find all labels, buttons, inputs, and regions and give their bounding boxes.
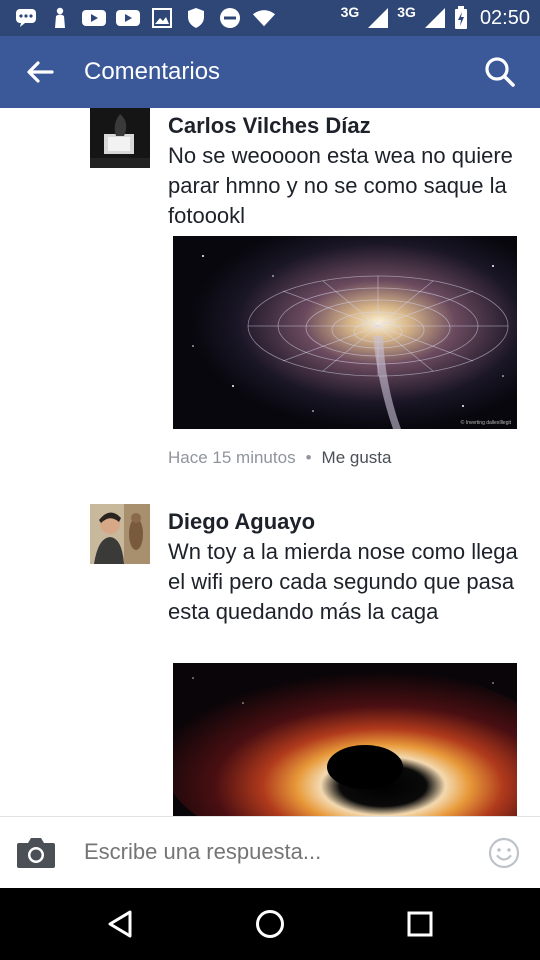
signal-icon (424, 8, 445, 28)
comment-author[interactable]: Diego Aguayo (168, 509, 315, 535)
arrow-left-icon (27, 61, 54, 83)
clock: 02:50 (479, 6, 530, 29)
comment-text: No se weoooon esta wea no quiere parar h… (168, 143, 513, 228)
galaxy-spiral-image: © Inverting dallexIllegit (173, 236, 517, 429)
photo-credit: © Inverting dallexIllegit (461, 419, 512, 426)
reply-input[interactable] (84, 839, 464, 865)
home-circle-icon (256, 910, 284, 938)
comment-text: Wn toy a la mierda nose como llega el wi… (168, 539, 518, 624)
black-hole-image (173, 663, 517, 816)
nav-recents-button[interactable] (402, 906, 438, 942)
gallery-icon (150, 6, 174, 30)
reply-bar (0, 816, 540, 888)
navigation-bar (0, 888, 540, 960)
avatar[interactable] (90, 504, 150, 564)
do-not-disturb-icon (218, 6, 242, 30)
search-button[interactable] (482, 54, 518, 90)
youtube-icon (82, 6, 106, 30)
like-button[interactable]: Me gusta (322, 448, 392, 467)
nav-back-button[interactable] (102, 906, 138, 942)
emoji-button[interactable] (488, 837, 520, 869)
person-icon (48, 6, 72, 30)
meta-separator: • (305, 448, 312, 467)
comment-timestamp: Hace 15 minutos (168, 448, 296, 467)
back-button[interactable] (22, 54, 58, 90)
battery-charging-icon (454, 6, 467, 29)
smiley-icon (488, 837, 520, 869)
comment-meta: Hace 15 minutos • Me gusta (168, 448, 391, 468)
wifi-icon (252, 6, 276, 30)
network-type-1: 3G (340, 4, 360, 20)
status-bar: 3G 3G 02:50 (0, 0, 540, 36)
app-bar: Comentarios (0, 36, 540, 108)
camera-button[interactable] (16, 835, 56, 871)
camera-icon (17, 838, 55, 868)
comment-photo[interactable]: © Inverting dallexIllegit (173, 236, 517, 429)
page-title: Comentarios (84, 58, 221, 85)
network-type-2: 3G (397, 4, 416, 20)
search-icon (485, 57, 515, 87)
signal-icon (368, 8, 389, 28)
notification-icons (14, 6, 276, 30)
comments-list[interactable]: Carlos Vilches Díaz No se weoooon esta w… (0, 108, 540, 816)
recents-square-icon (407, 911, 433, 937)
avatar[interactable] (90, 108, 150, 168)
youtube-icon (116, 6, 140, 30)
messages-icon (14, 6, 38, 30)
status-right: 3G 3G 02:50 (341, 0, 530, 36)
comment-photo[interactable] (173, 663, 517, 816)
comment-author[interactable]: Carlos Vilches Díaz (168, 113, 371, 139)
back-triangle-icon (108, 910, 132, 938)
nav-home-button[interactable] (252, 906, 288, 942)
shield-icon (184, 6, 208, 30)
